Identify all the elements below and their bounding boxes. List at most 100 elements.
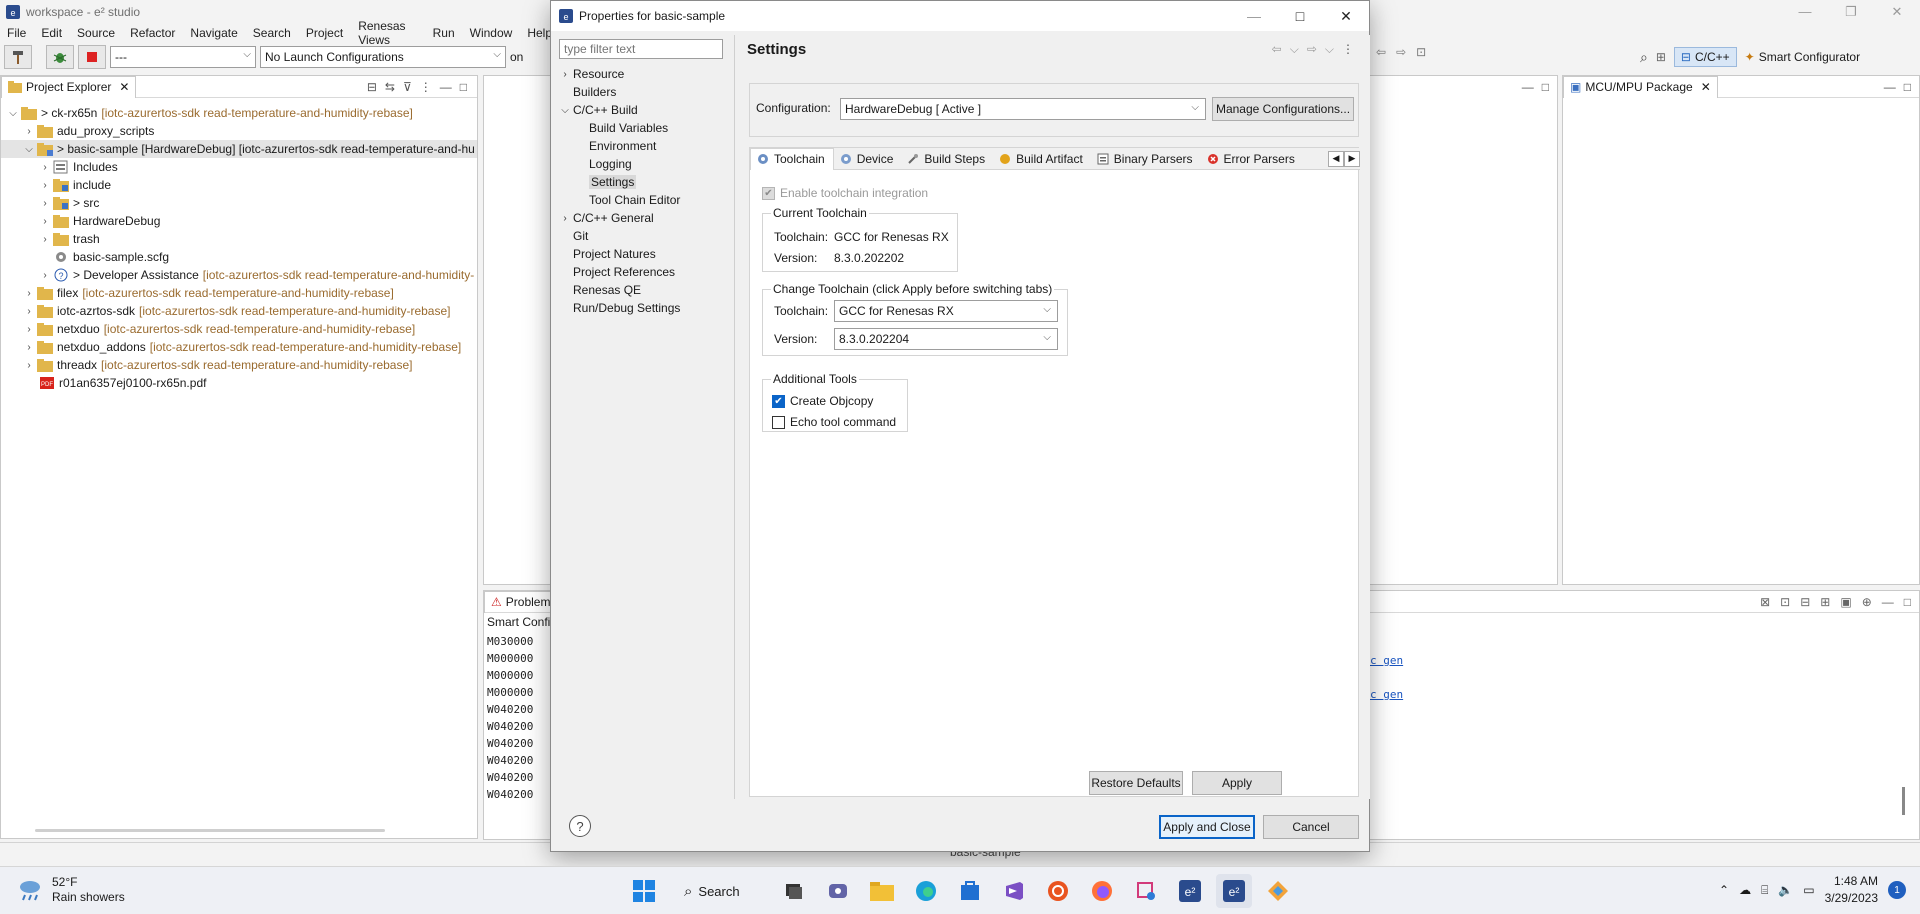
chevron-right-icon[interactable]: › [23,126,35,137]
tree-item-pdf[interactable]: PDF r01an6357ej0100-rx65n.pdf [1,374,477,392]
chevron-right-icon[interactable]: › [23,342,35,353]
battery-icon[interactable]: ▭ [1803,883,1814,897]
start-button[interactable] [626,874,662,908]
close-icon[interactable]: ✕ [119,80,129,94]
taskbar-search[interactable]: ⌕ Search [670,875,768,907]
nav-run-debug-settings[interactable]: Run/Debug Settings [557,299,737,317]
menu-refactor[interactable]: Refactor [123,26,183,40]
nav-logging[interactable]: Logging [557,155,737,173]
tab-binary-parsers[interactable]: Binary Parsers [1091,148,1201,170]
tree-item-hardwaredebug[interactable]: › HardwareDebug [1,212,477,230]
menu-window[interactable]: Window [463,26,521,40]
ubuntu-button[interactable] [1040,874,1076,908]
minimize-icon[interactable]: — [1522,80,1534,94]
chevron-right-icon[interactable]: › [39,162,51,173]
debug-button[interactable] [46,45,74,69]
pin-icon[interactable]: ⊡ [1416,45,1426,59]
open-perspective-icon[interactable]: ⊞ [1656,50,1666,64]
e2studio-active-button[interactable]: e² [1216,874,1252,908]
chevron-right-icon[interactable]: › [557,213,573,224]
tree-item-src[interactable]: › > src [1,194,477,212]
chevron-down-icon[interactable]: ⌵ [1325,42,1334,57]
scroll-lock-icon[interactable]: ⊡ [1780,595,1790,609]
tree-item-iotc-azrtos-sdk[interactable]: › iotc-azrtos-sdk [iotc-azurertos-sdk re… [1,302,477,320]
store-button[interactable] [952,874,988,908]
nav-settings[interactable]: Settings [557,173,737,191]
minimize-icon[interactable]: — [1782,4,1828,20]
create-objcopy-checkbox[interactable]: ✔ Create Objcopy [772,394,873,408]
help-icon[interactable]: ? [569,815,591,837]
tab-toolchain[interactable]: Toolchain [750,147,834,170]
tree-item-adu-proxy-scripts[interactable]: › adu_proxy_scripts [1,122,477,140]
display-console-icon[interactable]: ▣ [1840,595,1851,609]
filter-input[interactable] [559,39,723,59]
nav-cpp-build[interactable]: ⌵ C/C++ Build [557,101,737,119]
chevron-right-icon[interactable]: › [39,216,51,227]
chevron-right-icon[interactable]: › [23,288,35,299]
perspective-cpp-button[interactable]: ⊟ C/C++ [1673,47,1737,67]
minimize-icon[interactable]: — [1231,8,1277,25]
apply-button[interactable]: Apply [1192,771,1282,795]
chevron-up-icon[interactable]: ⌃ [1719,883,1729,897]
maximize-icon[interactable]: □ [1542,80,1549,94]
minimize-icon[interactable]: — [1882,595,1894,609]
notification-badge[interactable]: 1 [1888,881,1906,899]
tree-item-basic-sample[interactable]: ⌵ > basic-sample [HardwareDebug] [iotc-a… [1,140,477,158]
back-icon[interactable]: ⇦ [1376,45,1386,59]
tree-item-ck-rx65n[interactable]: ⌵ > ck-rx65n [iotc-azurertos-sdk read-te… [1,104,477,122]
apply-and-close-button[interactable]: Apply and Close [1159,815,1255,839]
cancel-button[interactable]: Cancel [1263,815,1359,839]
volume-icon[interactable]: 🔈 [1778,883,1793,897]
chevron-right-icon[interactable]: › [39,180,51,191]
tree-item-trash[interactable]: › trash [1,230,477,248]
problems-tab[interactable]: ⚠ Problem [484,590,558,613]
tab-error-parsers[interactable]: Error Parsers [1201,148,1303,170]
close-icon[interactable]: ✕ [1874,4,1920,20]
view-menu-icon[interactable]: ⋮ [1342,42,1354,57]
tree-item-netxduo-addons[interactable]: › netxduo_addons [iotc-azurertos-sdk rea… [1,338,477,356]
nav-renesas-qe[interactable]: Renesas QE [557,281,737,299]
menu-project[interactable]: Project [299,26,351,40]
visual-studio-button[interactable] [996,874,1032,908]
tab-scroll-left-icon[interactable]: ◀ [1328,150,1344,167]
chevron-right-icon[interactable]: › [23,324,35,335]
chevron-right-icon[interactable]: › [23,306,35,317]
menu-edit[interactable]: Edit [34,26,70,40]
restore-icon[interactable]: ❐ [1828,4,1874,20]
collapse-all-icon[interactable]: ⊟ [367,80,377,94]
mcu-package-tab[interactable]: ▣ MCU/MPU Package ✕ [1563,75,1718,98]
build-config-combo[interactable]: --- ⌵ [110,46,256,68]
menu-search[interactable]: Search [246,26,299,40]
tree-item-netxduo[interactable]: › netxduo [iotc-azurertos-sdk read-tempe… [1,320,477,338]
tree-item-developer-assistance[interactable]: › ? > Developer Assistance [iotc-azurert… [1,266,477,284]
maximize-icon[interactable]: □ [1277,8,1323,25]
minimize-icon[interactable]: — [1884,80,1896,94]
menu-file[interactable]: File [0,26,34,40]
nav-project-references[interactable]: Project References [557,263,737,281]
network-icon[interactable]: ⌸ [1761,883,1768,898]
manage-configurations-button[interactable]: Manage Configurations... [1212,97,1354,121]
console-link[interactable]: c gen [1370,686,1403,703]
clear-console-icon[interactable]: ⊠ [1760,595,1770,609]
tree-item-filex[interactable]: › filex [iotc-azurertos-sdk read-tempera… [1,284,477,302]
nav-resource[interactable]: › Resource [557,65,737,83]
teams-button[interactable] [820,874,856,908]
view-menu-icon[interactable]: ⋮ [420,80,432,94]
filter-icon[interactable]: ⊽ [403,80,412,94]
console-link[interactable]: c gen [1370,652,1403,669]
chevron-down-icon[interactable]: ⌵ [7,108,19,119]
perspective-smart-button[interactable]: ✦ Smart Configurator [1745,50,1860,64]
tree-item-includes[interactable]: › Includes [1,158,477,176]
chevron-down-icon[interactable]: ⌵ [23,144,35,155]
tab-scroll-right-icon[interactable]: ▶ [1344,150,1360,167]
maximize-icon[interactable]: □ [1904,80,1911,94]
vertical-scrollbar[interactable] [1902,787,1905,815]
nav-build-variables[interactable]: Build Variables [557,119,737,137]
chevron-down-icon[interactable]: ⌵ [1290,42,1299,57]
close-icon[interactable]: ✕ [1323,8,1369,25]
nav-tool-chain-editor[interactable]: Tool Chain Editor [557,191,737,209]
snipping-tool-button[interactable] [1128,874,1164,908]
e2studio-button[interactable]: e² [1172,874,1208,908]
echo-tool-checkbox[interactable]: Echo tool command [772,415,896,429]
chevron-right-icon[interactable]: › [39,198,51,209]
